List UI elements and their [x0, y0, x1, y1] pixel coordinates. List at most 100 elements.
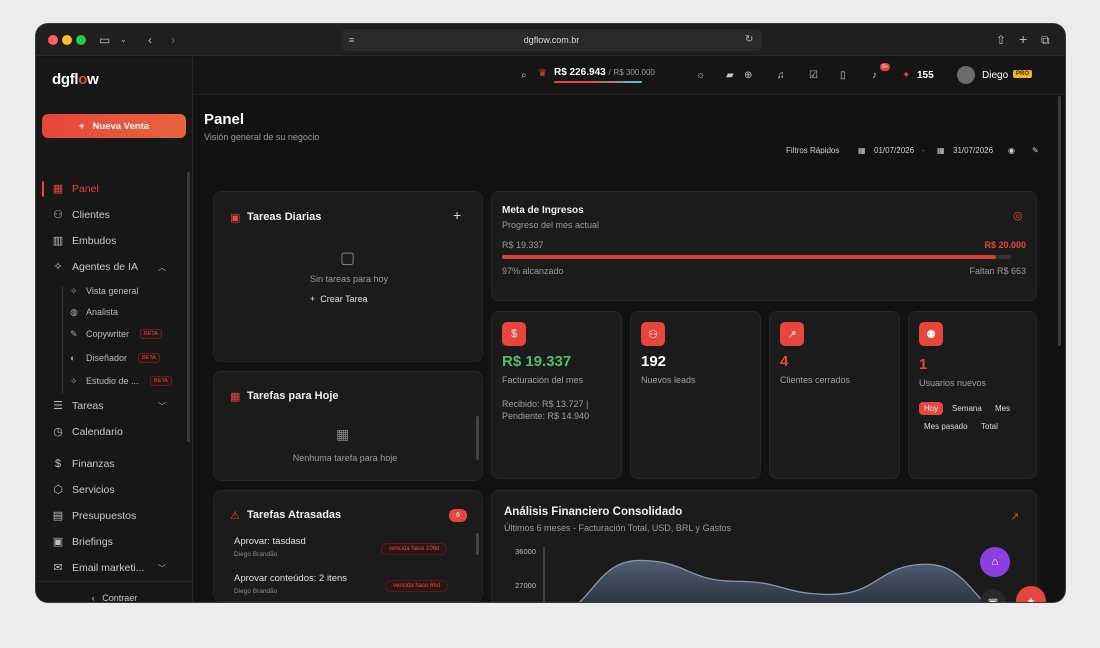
ai-assistant-button[interactable]: ⌂ [980, 547, 1010, 577]
avatar[interactable] [957, 66, 975, 84]
sidebar-item-briefings[interactable]: ▣ Briefings [36, 531, 186, 553]
sidebar-item-label: Agentes de IA [72, 261, 138, 273]
period-tab-hoy[interactable]: Hoy [919, 402, 944, 415]
period-tab-mes-pasado[interactable]: Mes pasado [919, 420, 973, 433]
sidebar-subitem-analista[interactable]: ◍ Analista [36, 302, 186, 322]
task-title: Aprovar: tasdasd [234, 536, 306, 547]
new-tab-icon[interactable]: + [1019, 31, 1027, 47]
logo-accent: o [78, 71, 88, 88]
bell-icon[interactable]: ♪ [872, 69, 877, 83]
sidebar-subitem-vista-general[interactable]: ✧ Vista general [36, 281, 186, 301]
collapse-sidebar-button[interactable]: ‹ Contraer [36, 593, 193, 602]
sidebar-item-presupuestos[interactable]: ▤ Presupuestos [36, 505, 186, 527]
reload-icon[interactable]: ↻ [745, 32, 753, 48]
due-badge: vencida hace 106d [381, 543, 448, 555]
beta-badge: BETA [150, 376, 172, 386]
sidebar-item-calendario[interactable]: ◷ Calendario [36, 421, 186, 443]
chevron-down-icon: ﹀ [158, 563, 166, 573]
target-icon: ◎ [1013, 210, 1023, 222]
main-scrollbar[interactable] [1058, 96, 1061, 346]
sidebar-subitem-copywriter[interactable]: ✎ Copywriter BETA [36, 324, 186, 344]
quick-filters-button[interactable]: Filtros Rápidos [786, 145, 839, 157]
share-icon[interactable]: ⇧ [996, 32, 1006, 48]
add-task-button[interactable]: + [453, 207, 461, 223]
eye-icon[interactable]: ◉ [1008, 145, 1015, 157]
date-separator: - [922, 146, 925, 155]
sidebar-toggle-icon[interactable]: ▭ [99, 32, 110, 48]
chevron-up-icon: ︿ [158, 262, 166, 272]
kpi-value: R$ 19.337 [502, 353, 572, 370]
headset-icon[interactable]: ♫ [777, 69, 785, 83]
list-item[interactable]: Aprovar conteúdos: 2 itens Diego Brandão [234, 573, 347, 595]
warning-icon: ⚠ [230, 510, 240, 522]
sidebar-item-servicios[interactable]: ⬡ Servicios [36, 479, 186, 501]
address-bar[interactable]: ≡ dgflow.com.br ↻ [341, 29, 762, 51]
trophy-icon: ♛ [538, 68, 547, 79]
plus-icon: + [78, 120, 85, 132]
sparkles-icon: ✧ [70, 375, 78, 386]
calendar-icon[interactable]: ▦ [937, 145, 945, 157]
app-logo[interactable]: dgflow [52, 71, 99, 88]
period-tab-semana[interactable]: Semana [947, 402, 987, 415]
sidebar-subitem-estudio[interactable]: ✧ Estudio de ... BETA [36, 371, 186, 391]
date-to-input[interactable]: 31/07/2026 [953, 145, 993, 157]
file-icon[interactable]: ▯ [840, 69, 846, 83]
area-chart: 360002700018000 [515, 547, 985, 602]
sidebar-subitem-disenador[interactable]: ◐ Diseñador BETA [36, 348, 186, 368]
points-count[interactable]: 155 [917, 69, 934, 83]
edit-icon[interactable]: ✎ [1032, 145, 1039, 157]
close-window-button[interactable] [48, 35, 58, 45]
zoom-window-button[interactable] [76, 35, 86, 45]
card-title: Tarefas para Hoje [247, 390, 339, 402]
tabs-overview-icon[interactable]: ⧉ [1041, 32, 1050, 48]
flag-icon[interactable]: ▰ [726, 69, 734, 83]
sidebar-divider [36, 581, 193, 582]
y-tick-label: 27000 [515, 581, 536, 590]
sidebar-item-label: Panel [72, 183, 99, 195]
user-name[interactable]: Diego [982, 69, 1008, 83]
new-sale-button[interactable]: + Nueva Venta [42, 114, 186, 138]
calendar-empty-icon: ▦ [336, 426, 350, 442]
date-from-input[interactable]: 01/07/2026 [874, 145, 914, 157]
calendar-icon[interactable]: ▦ [858, 145, 866, 157]
sidebar-item-clientes[interactable]: ⚇ Clientes [36, 204, 186, 226]
clipboard-check-icon[interactable]: ☑ [809, 69, 818, 83]
search-icon[interactable]: ⌕ [521, 69, 527, 83]
globe-icon[interactable]: ⊕ [744, 69, 752, 83]
period-tab-mes[interactable]: Mes [990, 402, 1015, 415]
period-tab-total[interactable]: Total [976, 420, 1003, 433]
trending-up-icon: ↗ [780, 322, 804, 346]
sidebar-item-panel[interactable]: ▦ Panel [36, 178, 186, 200]
chevron-down-icon[interactable]: ⌄ [120, 32, 127, 48]
today-tasks-card: ▦ Tarefas para Hoje ▦ Nenhuma tarefa par… [213, 371, 483, 481]
list-item[interactable]: Aprovar: tasdasd Diego Brandão [234, 536, 306, 558]
calendar-icon: ▦ [230, 391, 241, 403]
subitem-label: Diseñador [86, 353, 128, 363]
kpi-card-clients: ↗ 4 Clientes cerrados [769, 311, 900, 479]
sidebar-item-label: Tareas [72, 400, 104, 412]
card-scrollbar[interactable] [476, 533, 479, 555]
sidebar-item-agentes[interactable]: ✧ Agentes de IA ︿ [36, 256, 186, 278]
sparkle-icon: ✦ [1026, 595, 1036, 603]
kpi-label: Nuevos leads [641, 375, 696, 385]
kpi-card-users: ⚉ 1 Usuarios nuevos Hoy Semana Mes Mes p… [908, 311, 1037, 479]
create-task-button[interactable]: + Crear Tarea [310, 294, 368, 304]
revenue-progress[interactable]: R$ 226.943 / R$ 300.000 [554, 67, 655, 78]
top-bar: ⌕ ♛ R$ 226.943 / R$ 300.000 ☼ ▰ ⊕ ♫ ☑ ▯ … [194, 57, 1065, 95]
back-icon[interactable]: ‹ [148, 32, 152, 48]
page-settings-icon[interactable]: ≡ [349, 32, 354, 48]
brain-icon: ◍ [70, 306, 78, 317]
sidebar-item-embudos[interactable]: ▥ Embudos [36, 230, 186, 252]
forward-icon[interactable]: › [171, 32, 175, 48]
kpi-pending: Pendiente: R$ 14.940 [502, 411, 590, 421]
card-scrollbar[interactable] [476, 416, 479, 460]
sun-icon[interactable]: ☼ [696, 69, 705, 83]
sidebar-item-finanzas[interactable]: $ Finanzas [36, 453, 186, 475]
sidebar-scrollbar[interactable] [187, 172, 190, 442]
task-title: Aprovar conteúdos: 2 itens [234, 573, 348, 584]
chevron-left-icon: ‹ [91, 593, 103, 602]
kpi-received: Recibido: R$ 13.727 | [502, 399, 589, 409]
sidebar-item-email[interactable]: ✉ Email marketi... ﹀ [36, 557, 186, 579]
minimize-window-button[interactable] [62, 35, 72, 45]
sidebar-item-tareas[interactable]: ☰ Tareas ﹀ [36, 395, 186, 417]
